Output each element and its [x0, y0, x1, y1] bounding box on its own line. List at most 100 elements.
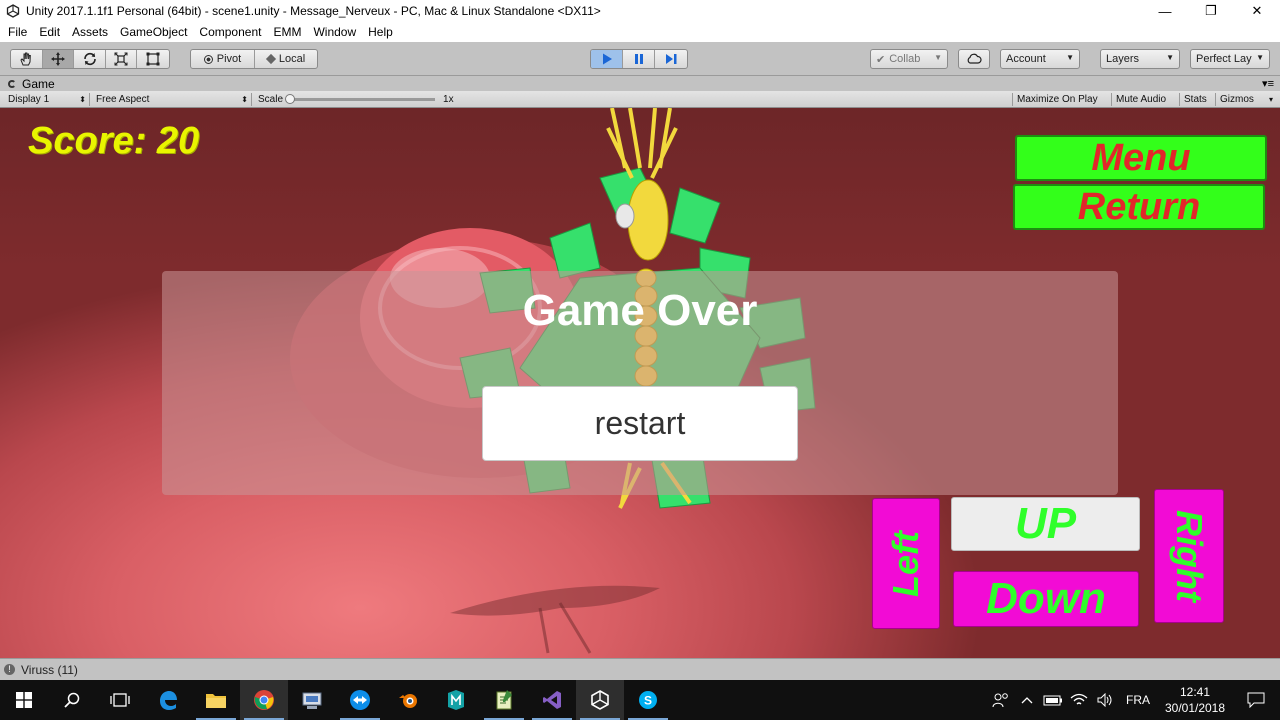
return-label: Return — [1077, 185, 1201, 228]
aspect-label: Free Aspect — [96, 94, 150, 105]
window-title: Unity 2017.1.1f1 Personal (64bit) - scen… — [26, 4, 601, 18]
tray-chevron-icon[interactable] — [1014, 696, 1040, 704]
display-caret-icon: ⬍ — [79, 95, 86, 104]
menu-assets[interactable]: Assets — [66, 25, 114, 39]
display-dropdown[interactable]: Display 1 ⬍ — [4, 93, 90, 106]
clock[interactable]: 12:41 30/01/2018 — [1158, 684, 1232, 716]
taskbar-visual-studio[interactable] — [528, 680, 576, 720]
account-dropdown[interactable]: Account ▼ — [1000, 49, 1080, 69]
restart-label: restart — [594, 405, 686, 441]
step-button[interactable] — [655, 50, 687, 68]
aspect-dropdown[interactable]: Free Aspect ⬍ — [92, 93, 252, 106]
blender-icon — [399, 694, 417, 708]
taskbar-maya[interactable] — [432, 680, 480, 720]
pause-button[interactable] — [623, 50, 655, 68]
layers-caret-icon: ▼ — [1166, 53, 1174, 62]
game-viewport[interactable]: Score: 20 Menu Return Game Over restart … — [0, 108, 1280, 658]
play-button[interactable] — [591, 50, 623, 68]
move-tool-button[interactable] — [42, 50, 75, 68]
return-button[interactable]: Return — [1013, 184, 1265, 230]
volume-icon[interactable] — [1092, 693, 1118, 707]
up-label: UP — [1014, 499, 1077, 548]
wifi-icon[interactable] — [1066, 693, 1092, 707]
window-titlebar: Unity 2017.1.1f1 Personal (64bit) - scen… — [0, 0, 1280, 22]
pivot-label: Pivot — [216, 53, 242, 65]
hand-tool-button[interactable] — [11, 50, 43, 68]
menu-gameobject[interactable]: GameObject — [114, 25, 193, 39]
down-button[interactable]: Down — [953, 571, 1139, 627]
restart-button[interactable]: restart — [482, 386, 798, 461]
menu-component[interactable]: Component — [193, 25, 267, 39]
search-button[interactable] — [48, 680, 96, 720]
game-tab-label: Game — [22, 77, 55, 91]
edge-icon — [160, 691, 177, 710]
scale-icon — [114, 52, 128, 66]
taskbar-app-printer[interactable] — [288, 680, 336, 720]
main-toolbar: Pivot Local ✔ Collab ▼ Account ▼ Layers … — [0, 42, 1280, 76]
system-tray: FRA 12:41 30/01/2018 — [988, 680, 1280, 720]
task-view-button[interactable] — [96, 680, 144, 720]
people-icon[interactable] — [988, 692, 1014, 708]
unity-logo-icon — [6, 4, 20, 18]
status-message[interactable]: Viruss (11) — [21, 663, 78, 677]
taskbar-teamviewer[interactable] — [336, 680, 384, 720]
menu-edit[interactable]: Edit — [33, 25, 66, 39]
close-button[interactable]: ✕ — [1234, 0, 1280, 22]
taskbar-blender[interactable] — [384, 680, 432, 720]
menu-bar: File Edit Assets GameObject Component EM… — [0, 22, 1280, 42]
menu-window[interactable]: Window — [307, 25, 362, 39]
right-button[interactable]: Right — [1154, 489, 1224, 623]
minimize-button[interactable]: — — [1142, 0, 1188, 22]
account-caret-icon: ▼ — [1066, 53, 1074, 62]
pivot-icon — [203, 54, 213, 64]
notifications-icon[interactable] — [1232, 692, 1280, 708]
layout-dropdown[interactable]: Perfect Lay ▼ — [1190, 49, 1270, 69]
gizmos-dropdown[interactable]: Gizmos ▾ — [1216, 93, 1276, 106]
collab-dropdown[interactable]: ✔ Collab ▼ — [870, 49, 948, 69]
skype-icon: S — [639, 691, 657, 709]
taskbar-unity[interactable] — [576, 680, 624, 720]
task-view-icon — [110, 693, 130, 707]
scale-slider-handle[interactable] — [285, 94, 296, 104]
left-button[interactable]: Left — [872, 498, 940, 629]
clock-time: 12:41 — [1179, 685, 1211, 699]
layers-dropdown[interactable]: Layers ▼ — [1100, 49, 1180, 69]
step-icon — [666, 54, 677, 64]
rotate-tool-button[interactable] — [74, 50, 106, 68]
cloud-button[interactable] — [958, 49, 990, 69]
windows-logo-icon — [16, 692, 32, 708]
tab-menu-icon[interactable]: ▾≡ — [1262, 77, 1274, 90]
stats-toggle[interactable]: Stats — [1180, 93, 1216, 106]
battery-icon[interactable] — [1040, 694, 1066, 706]
start-button[interactable] — [0, 680, 48, 720]
rect-tool-button[interactable] — [137, 50, 169, 68]
taskbar-notepad[interactable] — [480, 680, 528, 720]
scale-slider[interactable] — [285, 94, 436, 104]
maximize-button[interactable]: ❐ — [1188, 0, 1234, 22]
taskbar-skype[interactable]: S — [624, 680, 672, 720]
move-arrows-icon — [50, 52, 65, 66]
bug-shadow-leg — [538, 602, 592, 654]
pivot-toggle-group: Pivot Local — [190, 49, 318, 69]
scale-value: 1x — [443, 94, 454, 105]
status-bar: ! Viruss (11) — [0, 658, 1280, 680]
local-button[interactable]: Local — [255, 50, 317, 68]
mute-audio-toggle[interactable]: Mute Audio — [1112, 93, 1180, 106]
scale-label: Scale — [258, 94, 284, 105]
menu-help[interactable]: Help — [362, 25, 399, 39]
up-button[interactable]: UP — [951, 497, 1140, 551]
maximize-on-play-toggle[interactable]: Maximize On Play — [1012, 93, 1112, 106]
info-icon: ! — [4, 664, 15, 675]
collab-caret-icon: ▼ — [934, 53, 942, 62]
taskbar-file-explorer[interactable] — [192, 680, 240, 720]
menu-file[interactable]: File — [2, 25, 33, 39]
taskbar-chrome[interactable] — [240, 680, 288, 720]
scale-tool-button[interactable] — [106, 50, 138, 68]
menu-button[interactable]: Menu — [1015, 135, 1267, 181]
game-tab[interactable]: Game — [0, 77, 55, 91]
language-indicator[interactable]: FRA — [1118, 693, 1158, 707]
search-icon — [64, 692, 80, 708]
menu-emm[interactable]: EMM — [267, 25, 307, 39]
taskbar-edge[interactable] — [144, 680, 192, 720]
pivot-button[interactable]: Pivot — [191, 50, 255, 68]
